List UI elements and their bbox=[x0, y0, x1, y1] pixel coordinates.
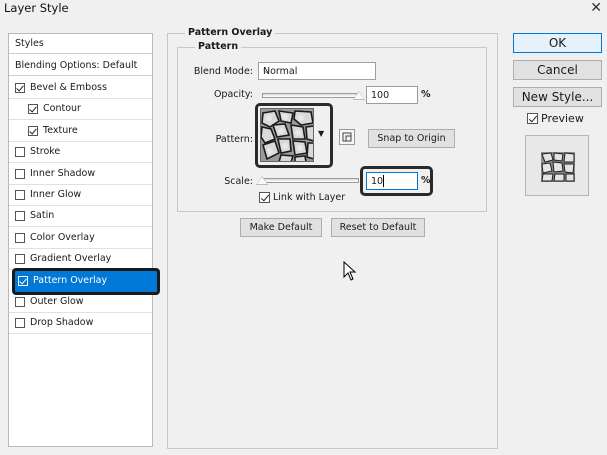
style-item-checkbox[interactable] bbox=[15, 297, 25, 307]
new-style-button[interactable]: New Style... bbox=[513, 87, 602, 107]
pattern-highlight-outline bbox=[255, 103, 333, 168]
style-item-checkbox[interactable] bbox=[28, 104, 38, 114]
blending-options-item[interactable]: Blending Options: Default bbox=[9, 56, 152, 76]
style-item-gradient-overlay[interactable]: Gradient Overlay bbox=[9, 249, 152, 270]
scale-slider-handle[interactable] bbox=[256, 176, 268, 185]
style-item-label: Contour bbox=[43, 103, 81, 114]
blend-mode-label: Blend Mode: bbox=[193, 66, 253, 77]
style-item-checkbox[interactable] bbox=[15, 233, 25, 243]
title-bar: Layer Style ✕ bbox=[0, 0, 607, 18]
ok-button[interactable]: OK bbox=[513, 33, 602, 53]
style-item-pattern-overlay[interactable]: Pattern Overlay bbox=[12, 268, 160, 295]
scale-label: Scale: bbox=[224, 176, 253, 187]
style-item-checkbox[interactable] bbox=[18, 276, 28, 286]
style-item-checkbox[interactable] bbox=[28, 126, 38, 136]
opacity-unit: % bbox=[421, 89, 431, 100]
style-item-label: Drop Shadow bbox=[30, 317, 94, 328]
preview-label: Preview bbox=[541, 112, 584, 125]
reset-to-default-button[interactable]: Reset to Default bbox=[331, 218, 425, 237]
scale-highlight-outline bbox=[360, 166, 433, 196]
style-item-checkbox[interactable] bbox=[15, 169, 25, 179]
style-item-inner-shadow[interactable]: Inner Shadow bbox=[9, 164, 152, 185]
styles-list: Styles Blending Options: Default Bevel &… bbox=[8, 33, 160, 447]
style-item-checkbox[interactable] bbox=[15, 254, 25, 264]
style-item-texture[interactable]: Texture bbox=[9, 121, 152, 142]
style-item-label: Gradient Overlay bbox=[30, 253, 112, 264]
opacity-slider[interactable] bbox=[262, 93, 359, 98]
close-icon[interactable]: ✕ bbox=[590, 0, 602, 16]
style-item-label: Inner Glow bbox=[30, 189, 82, 200]
subgroup-title: Pattern bbox=[195, 41, 242, 52]
style-item-label: Stroke bbox=[30, 146, 61, 157]
style-item-color-overlay[interactable]: Color Overlay bbox=[9, 228, 152, 249]
styles-header[interactable]: Styles bbox=[9, 34, 152, 54]
style-item-outer-glow[interactable]: Outer Glow bbox=[9, 292, 152, 313]
style-item-checkbox[interactable] bbox=[15, 211, 25, 221]
group-title: Pattern Overlay bbox=[185, 27, 276, 38]
new-preset-icon bbox=[342, 132, 352, 142]
style-item-label: Color Overlay bbox=[30, 232, 95, 243]
snap-to-origin-button[interactable]: Snap to Origin bbox=[368, 129, 455, 148]
preview-checkbox[interactable] bbox=[527, 113, 538, 124]
link-with-layer-label: Link with Layer bbox=[273, 192, 346, 203]
blending-options-label: Blending Options: Default bbox=[15, 60, 138, 71]
opacity-slider-handle[interactable] bbox=[353, 91, 365, 100]
opacity-value: 100 bbox=[371, 90, 390, 101]
style-item-bevel-emboss[interactable]: Bevel & Emboss bbox=[9, 78, 152, 99]
style-item-checkbox[interactable] bbox=[15, 318, 25, 328]
style-item-label: Inner Shadow bbox=[30, 168, 96, 179]
style-item-label: Pattern Overlay bbox=[33, 275, 108, 286]
style-item-inner-glow[interactable]: Inner Glow bbox=[9, 185, 152, 206]
style-item-checkbox[interactable] bbox=[15, 190, 25, 200]
style-item-drop-shadow[interactable]: Drop Shadow bbox=[9, 313, 152, 334]
style-item-satin[interactable]: Satin bbox=[9, 206, 152, 227]
style-item-checkbox[interactable] bbox=[15, 147, 25, 157]
preview-thumbnail bbox=[525, 135, 589, 196]
style-item-label: Bevel & Emboss bbox=[30, 82, 107, 93]
new-preset-button[interactable] bbox=[339, 129, 355, 145]
make-default-button[interactable]: Make Default bbox=[240, 218, 322, 237]
scale-slider[interactable] bbox=[262, 178, 359, 183]
opacity-input[interactable]: 100 bbox=[366, 86, 418, 104]
opacity-label: Opacity: bbox=[213, 89, 253, 100]
style-item-label: Outer Glow bbox=[30, 296, 84, 307]
style-item-label: Satin bbox=[30, 210, 55, 221]
style-item-contour[interactable]: Contour bbox=[9, 99, 152, 120]
pattern-label: Pattern: bbox=[215, 134, 253, 145]
cancel-button[interactable]: Cancel bbox=[513, 60, 602, 80]
style-item-stroke[interactable]: Stroke bbox=[9, 142, 152, 163]
style-item-checkbox[interactable] bbox=[15, 83, 25, 93]
style-item-label: Texture bbox=[43, 125, 78, 136]
chevron-down-icon: ⌵ bbox=[263, 66, 270, 76]
styles-header-label: Styles bbox=[15, 38, 44, 49]
mouse-pointer-icon bbox=[343, 261, 357, 281]
link-with-layer-checkbox[interactable] bbox=[259, 192, 270, 203]
blend-mode-select[interactable]: Normal ⌵ bbox=[258, 62, 376, 80]
preview-pattern-image bbox=[541, 152, 575, 182]
window-title: Layer Style bbox=[4, 1, 69, 15]
